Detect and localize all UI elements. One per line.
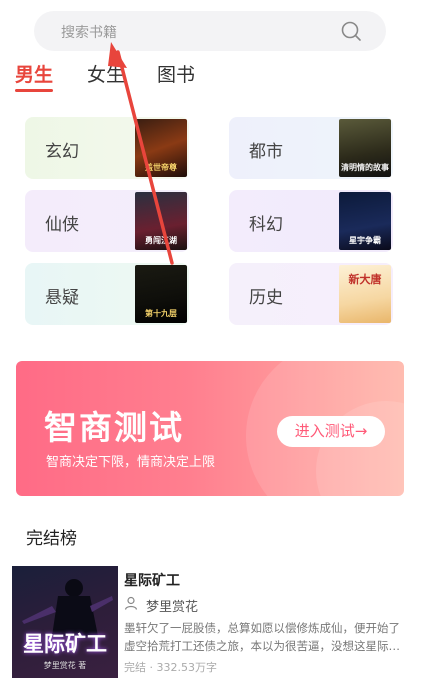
search-bar[interactable]: 搜索书籍: [34, 11, 386, 51]
cover-title: 清明情的故事: [341, 162, 389, 172]
genre-label: 历史: [249, 288, 283, 308]
cover-author: 梦里赏花 著: [43, 661, 87, 670]
genre-label: 仙侠: [45, 215, 79, 235]
book-cover-image: 勇闯江湖: [135, 192, 187, 250]
cover-title: 勇闯江湖: [145, 235, 177, 245]
banner-subtitle: 智商决定下限，情商决定上限: [46, 455, 216, 470]
cover-title: 星宇争霸: [349, 235, 381, 245]
genre-card-xianxia[interactable]: 仙侠 勇闯江湖: [25, 190, 189, 252]
book-cover-image: 星宇争霸: [339, 192, 391, 250]
banner-title: 智商测试: [44, 408, 184, 447]
genre-label: 玄幻: [45, 142, 79, 162]
book-meta: 完结 · 332.53万字: [124, 661, 217, 674]
active-tab-indicator: [15, 89, 53, 92]
genre-card-xuanhuan[interactable]: 玄幻 盖世帝尊: [25, 117, 189, 179]
search-icon[interactable]: [340, 20, 362, 42]
book-cover-image[interactable]: 星际矿工 梦里赏花 著: [12, 566, 118, 678]
book-cover-image: 清明情的故事: [339, 119, 391, 177]
genre-label: 都市: [249, 142, 283, 162]
enter-test-button[interactable]: 进入测试→: [277, 416, 385, 447]
user-icon: [124, 596, 138, 610]
iq-test-banner[interactable]: 智商测试 智商决定下限，情商决定上限 进入测试→: [16, 361, 404, 496]
genre-label: 悬疑: [45, 288, 79, 308]
search-placeholder: 搜索书籍: [61, 25, 117, 41]
book-cover-image: 盖世帝尊: [135, 119, 187, 177]
genre-card-dushi[interactable]: 都市 清明情的故事: [229, 117, 393, 179]
book-title[interactable]: 星际矿工: [124, 570, 180, 590]
tab-female[interactable]: 女生: [87, 60, 125, 87]
tab-books[interactable]: 图书: [157, 60, 195, 87]
category-tabs: 男生 女生 图书: [0, 60, 422, 96]
book-cover-image: 第十九层: [135, 265, 187, 323]
genre-label: 科幻: [249, 215, 283, 235]
section-title: 完结榜: [26, 529, 77, 549]
cover-title: 新大唐: [348, 273, 382, 286]
genre-card-xuanyi[interactable]: 悬疑 第十九层: [25, 263, 189, 325]
cover-title: 星际矿工: [23, 631, 107, 656]
cover-title: 第十九层: [145, 308, 177, 318]
book-cover-image: 新大唐: [339, 265, 391, 323]
book-author: 梦里赏花: [146, 600, 199, 615]
genre-card-kehuan[interactable]: 科幻 星宇争霸: [229, 190, 393, 252]
book-description: 墨轩欠了一屁股债，总算如愿以偿修炼成仙，便开始了虚空拾荒打工还债之旅，本以为很苦…: [124, 621, 400, 653]
tab-male[interactable]: 男生: [15, 60, 53, 87]
genre-card-lishi[interactable]: 历史 新大唐: [229, 263, 393, 325]
cover-title: 盖世帝尊: [145, 162, 177, 172]
